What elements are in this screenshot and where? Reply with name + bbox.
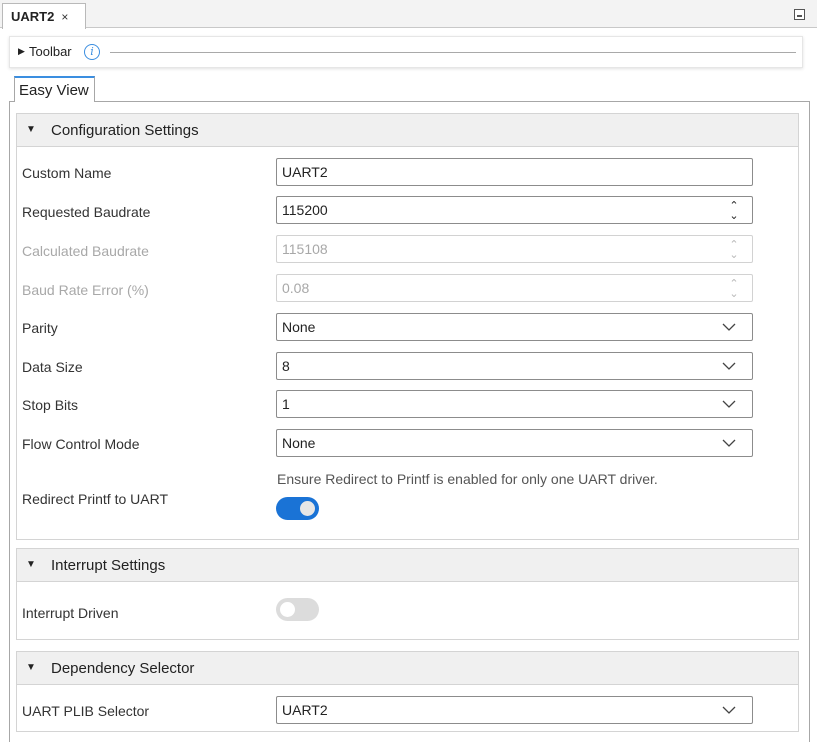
calculated-baudrate-stepper: 115108 ⌃ ⌄ xyxy=(276,235,753,263)
baud-rate-error-stepper: 0.08 ⌃ ⌄ xyxy=(276,274,753,302)
interrupt-settings-header[interactable]: ▼ Interrupt Settings xyxy=(17,549,798,582)
uart-plib-selector-label: UART PLIB Selector xyxy=(22,703,150,719)
data-size-label: Data Size xyxy=(22,359,83,375)
tab-easy-view[interactable]: Easy View xyxy=(14,76,95,102)
spinner-icon: ⌃ ⌄ xyxy=(729,239,739,261)
requested-baudrate-label: Requested Baudrate xyxy=(22,204,151,220)
tab-uart2[interactable]: UART2 × xyxy=(2,3,86,29)
info-icon[interactable]: i xyxy=(84,44,100,60)
redirect-printf-toggle[interactable] xyxy=(276,497,319,520)
parity-label: Parity xyxy=(22,320,58,336)
chevron-down-icon[interactable] xyxy=(722,359,736,373)
section-title: Interrupt Settings xyxy=(51,557,166,574)
chevron-down-icon[interactable] xyxy=(722,436,736,450)
parity-select[interactable]: None xyxy=(276,313,753,341)
stop-bits-select[interactable]: 1 xyxy=(276,390,753,418)
toggle-knob xyxy=(300,501,315,516)
redirect-printf-note: Ensure Redirect to Printf is enabled for… xyxy=(277,471,658,487)
custom-name-input[interactable]: UART2 xyxy=(276,158,753,186)
parity-value: None xyxy=(282,319,316,335)
interrupt-driven-toggle[interactable] xyxy=(276,598,319,621)
spinner-icon[interactable]: ⌃ ⌄ xyxy=(728,199,740,222)
toolbar-expander[interactable]: ▶ Toolbar i xyxy=(9,36,803,68)
interrupt-settings-section: ▼ Interrupt Settings xyxy=(16,548,799,640)
collapse-triangle-icon[interactable]: ▼ xyxy=(26,559,36,570)
baud-rate-error-label: Baud Rate Error (%) xyxy=(22,282,149,298)
uart-plib-selector-value: UART2 xyxy=(282,702,328,718)
data-size-value: 8 xyxy=(282,358,290,374)
toolbar-label: Toolbar xyxy=(29,44,72,59)
baud-rate-error-value: 0.08 xyxy=(282,280,310,296)
tab-title: UART2 xyxy=(11,9,55,24)
toggle-knob xyxy=(280,602,295,617)
section-title: Configuration Settings xyxy=(51,122,199,139)
flow-control-select[interactable]: None xyxy=(276,429,753,457)
collapse-triangle-icon[interactable]: ▼ xyxy=(26,662,36,673)
chevron-down-icon[interactable] xyxy=(722,320,736,334)
data-size-select[interactable]: 8 xyxy=(276,352,753,380)
custom-name-label: Custom Name xyxy=(22,165,112,181)
stop-bits-label: Stop Bits xyxy=(22,397,79,413)
requested-baudrate-value: 115200 xyxy=(282,202,328,218)
dependency-selector-header[interactable]: ▼ Dependency Selector xyxy=(17,652,798,685)
minimize-icon[interactable] xyxy=(794,9,805,20)
collapse-triangle-icon[interactable]: ▼ xyxy=(26,124,36,135)
calculated-baudrate-value: 115108 xyxy=(282,241,328,257)
uart-plib-selector-select[interactable]: UART2 xyxy=(276,696,753,724)
toolbar-divider xyxy=(110,52,796,53)
stop-bits-value: 1 xyxy=(282,396,290,412)
requested-baudrate-stepper[interactable]: 115200 ⌃ ⌄ xyxy=(276,196,753,224)
expand-arrow-icon[interactable]: ▶ xyxy=(18,46,25,57)
spinner-icon: ⌃ ⌄ xyxy=(729,278,739,300)
flow-control-label: Flow Control Mode xyxy=(22,436,140,452)
editor-tab-bar: UART2 × xyxy=(0,0,817,29)
chevron-down-icon[interactable] xyxy=(722,397,736,411)
close-icon[interactable]: × xyxy=(61,10,68,24)
configuration-settings-header[interactable]: ▼ Configuration Settings xyxy=(17,114,798,147)
interrupt-driven-label: Interrupt Driven xyxy=(22,605,119,621)
calculated-baudrate-label: Calculated Baudrate xyxy=(22,243,149,259)
flow-control-value: None xyxy=(282,435,316,451)
section-title: Dependency Selector xyxy=(51,660,195,677)
chevron-down-icon[interactable] xyxy=(722,703,736,717)
redirect-printf-label: Redirect Printf to UART xyxy=(22,491,169,507)
